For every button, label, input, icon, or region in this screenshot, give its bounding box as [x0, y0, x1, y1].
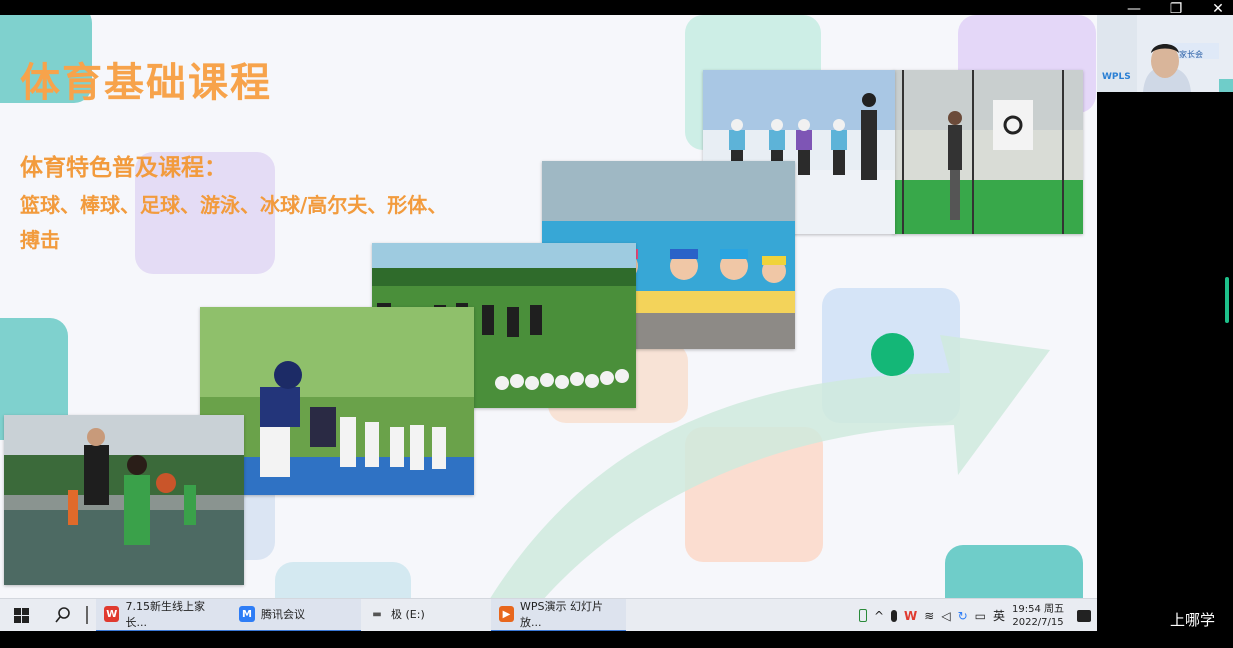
video-logo-text: WPLS: [1102, 72, 1131, 82]
taskbar-task-label: 极 (E:): [391, 608, 425, 621]
tencent-meeting-icon: M: [239, 606, 255, 622]
system-tray: ^ W ≋ ◁ ↻ ▭ 英 19:54 周五 2022/7/15: [858, 599, 1091, 632]
taskbar: W 7.15新生线上家长... M 腾讯会议 ▬ 极 (E:) ▶ WPS演示 …: [0, 598, 1097, 632]
decor-shape: [275, 562, 411, 598]
clock[interactable]: 19:54 周五 2022/7/15: [1012, 603, 1064, 629]
golf-photo: [893, 70, 1083, 234]
taskbar-task-tencent-meeting[interactable]: M 腾讯会议: [231, 598, 361, 632]
taskbar-separator: [86, 606, 88, 624]
notification-icon[interactable]: [1077, 609, 1091, 622]
taskbar-task-drive[interactable]: ▬ 极 (E:): [361, 599, 491, 632]
windows-icon[interactable]: [6, 599, 36, 632]
minimize-button[interactable]: —: [1127, 1, 1141, 17]
wifi-icon[interactable]: ≋: [924, 609, 934, 623]
basketball-photo: [4, 415, 244, 585]
slide-title: 体育基础课程: [20, 60, 272, 106]
ime-indicator[interactable]: 英: [993, 607, 1005, 624]
wps-tray-icon[interactable]: W: [904, 609, 917, 623]
window-controls: — ❐ ✕: [1127, 1, 1225, 17]
microphone-icon[interactable]: [891, 609, 898, 622]
search-icon[interactable]: [48, 599, 78, 632]
chevron-up-icon[interactable]: ^: [874, 609, 884, 623]
taskbar-task-wps-presentation[interactable]: ▶ WPS演示 幻灯片放...: [491, 598, 626, 632]
drive-icon: ▬: [369, 606, 385, 622]
volume-icon[interactable]: ◁: [941, 609, 950, 623]
battery-icon[interactable]: [858, 609, 867, 622]
presentation-slide: 体育基础课程 体育特色普及课程： 篮球、棒球、足球、游泳、冰球/高尔夫、形体、搏…: [0, 15, 1097, 598]
taskbar-task-wps-doc[interactable]: W 7.15新生线上家长...: [96, 598, 231, 632]
wps-presentation-icon: ▶: [499, 606, 514, 622]
taskbar-task-label: 7.15新生线上家长...: [125, 600, 205, 629]
slide-subtitle: 体育特色普及课程：: [20, 155, 227, 181]
restore-button[interactable]: ❐: [1169, 1, 1183, 17]
brand-label: 上哪学: [1169, 611, 1215, 629]
taskbar-task-label: WPS演示 幻灯片放...: [520, 600, 603, 629]
display-icon[interactable]: ▭: [975, 609, 986, 623]
wps-icon: W: [104, 606, 120, 622]
green-dot: [871, 333, 914, 376]
video-banner-text: 家长会: [1179, 50, 1203, 59]
scrollbar-thumb[interactable]: [1225, 277, 1229, 323]
bottom-bar: [0, 631, 1097, 648]
sync-icon[interactable]: ↻: [958, 609, 968, 623]
clock-time: 19:54 周五: [1012, 603, 1064, 615]
right-panel: 上哪学: [1097, 92, 1233, 648]
video-tile[interactable]: 家长会 WPLS: [1097, 15, 1233, 92]
taskbar-task-label: 腾讯会议: [261, 608, 305, 621]
top-bar: — ❐ ✕: [0, 0, 1233, 17]
clock-date: 2022/7/15: [1012, 616, 1064, 628]
close-button[interactable]: ✕: [1211, 1, 1225, 17]
